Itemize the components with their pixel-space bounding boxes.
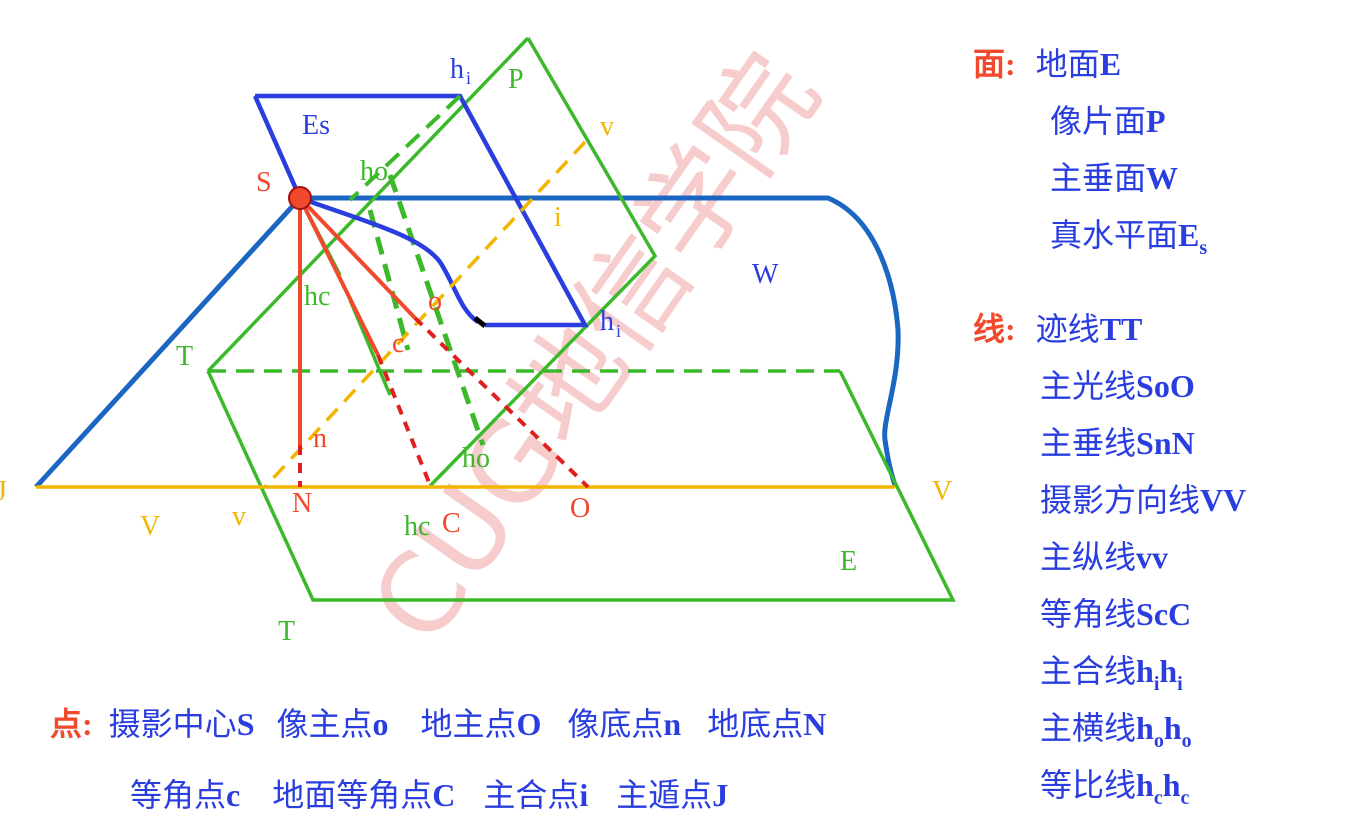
lines-heading: 线 — [973, 311, 1005, 347]
legend-lines: 线: 迹线TT 主光线SoO 主垂线SnN 摄影方向线VV 主纵线vv 等角线S… — [973, 311, 1246, 809]
label-n-ground: N — [292, 488, 312, 519]
label-i: i — [554, 202, 562, 233]
faces-heading-row: 面: 地面E — [973, 46, 1121, 82]
line-4: 主纵线vv — [1040, 539, 1168, 575]
label-n: n — [313, 423, 327, 454]
label-t-upper: T — [176, 341, 193, 372]
label-p: P — [508, 64, 524, 95]
face-0-bold: E — [1100, 46, 1121, 82]
line-8: 等比线hchc — [1040, 767, 1190, 809]
points-row-2: 等角点c 地面等角点C 主合点i 主遁点J — [130, 777, 728, 813]
label-es: Es — [302, 110, 330, 141]
label-c-ground: C — [442, 508, 461, 539]
label-v-right: V — [932, 476, 952, 507]
label-c: c — [392, 328, 404, 359]
label-s: S — [256, 167, 272, 198]
face-2: 主垂面W — [1050, 160, 1178, 196]
label-j: J — [0, 476, 7, 507]
label-hc-left: hc — [304, 281, 330, 312]
label-hc-bottom: hc — [404, 511, 430, 542]
label-v-small-left: v — [232, 501, 246, 532]
label-v-top: v — [600, 111, 614, 142]
line-6: 主合线hihi — [1040, 653, 1183, 695]
line-5: 等角线ScC — [1040, 596, 1191, 632]
line-7: 主横线hoho — [1040, 710, 1192, 752]
label-ho-top: ho — [360, 156, 388, 187]
line-3: 摄影方向线VV — [1040, 482, 1246, 518]
label-w: W — [752, 259, 779, 290]
line-2: 主垂线SnN — [1040, 425, 1195, 461]
perspective-center-s — [288, 186, 312, 210]
points-heading: 点 — [50, 706, 82, 742]
face-1: 像片面P — [1050, 103, 1166, 139]
label-hi-right-sub: i — [616, 321, 621, 341]
label-o: o — [428, 286, 442, 317]
label-hi-right: h — [600, 306, 614, 337]
lines-heading-row: 线: 迹线TT — [973, 311, 1142, 347]
legend-points: 点: 摄影中心S 像主点o 地主点O 像底点n 地底点N 等角点c 地面等角点C… — [50, 706, 826, 813]
label-o-ground: O — [570, 493, 590, 524]
face-0-text: 地面 — [1036, 46, 1100, 82]
line-1: 主光线SoO — [1040, 368, 1195, 404]
label-v-left: V — [140, 511, 160, 542]
label-hi-top: h — [450, 54, 464, 85]
label-t-lower: T — [278, 616, 295, 647]
label-hi-top-sub: i — [466, 68, 471, 88]
photogrammetry-diagram: CUG地信学院 h i P Es v S ho i W hc o h i c T… — [0, 32, 1246, 813]
faces-heading: 面 — [973, 46, 1005, 82]
face-3: 真水平面Es — [1050, 217, 1207, 259]
label-e: E — [840, 546, 857, 577]
watermark: CUG地信学院 — [346, 32, 842, 665]
points-row-1: 点: 摄影中心S 像主点o 地主点O 像底点n 地底点N — [50, 706, 826, 742]
label-ho-bottom: ho — [462, 443, 490, 474]
legend-faces: 面: 地面E 像片面P 主垂面W 真水平面Es — [973, 46, 1207, 259]
